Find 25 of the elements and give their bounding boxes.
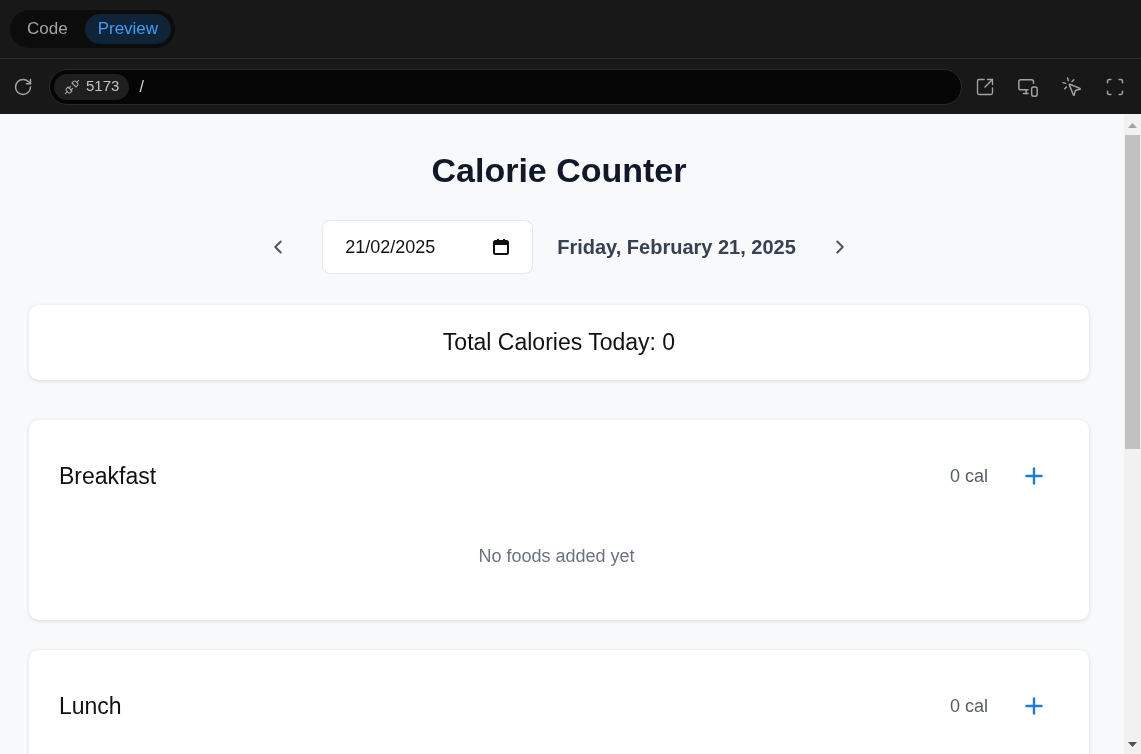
scroll-down-icon[interactable] (1128, 742, 1137, 747)
empty-message: No foods added yet (478, 545, 635, 568)
meal-calories: 0 cal (949, 464, 988, 488)
view-tab[interactable]: Code (14, 14, 81, 44)
port-number: 5173 (86, 76, 120, 97)
scrollbar[interactable] (1124, 114, 1141, 754)
view-tab[interactable]: Preview (84, 14, 172, 44)
reload-icon[interactable] (13, 76, 33, 97)
page-title: Calorie Counter (431, 150, 687, 190)
unplugged-icon (64, 78, 80, 95)
meal-title: Lunch (59, 691, 122, 721)
address-field[interactable]: 5173 / (49, 68, 962, 105)
fullscreen-icon[interactable] (1105, 76, 1125, 97)
total-calories: Total Calories Today: 0 (442, 328, 676, 358)
meal-title: Breakfast (59, 461, 157, 491)
external-link-icon[interactable] (975, 76, 995, 97)
scrollbar-thumb[interactable] (1125, 135, 1140, 449)
date-label: Friday, February 21, 2025 (557, 235, 796, 260)
pointer-click-icon[interactable] (1061, 75, 1083, 98)
calendar-icon[interactable] (492, 238, 511, 256)
url-path: / (139, 76, 144, 97)
date-field[interactable]: 21/02/2025 (322, 220, 534, 274)
meal-calories: 0 cal (949, 694, 988, 718)
port-chip[interactable]: 5173 (54, 73, 130, 100)
date-value: 21/02/2025 (345, 235, 436, 259)
